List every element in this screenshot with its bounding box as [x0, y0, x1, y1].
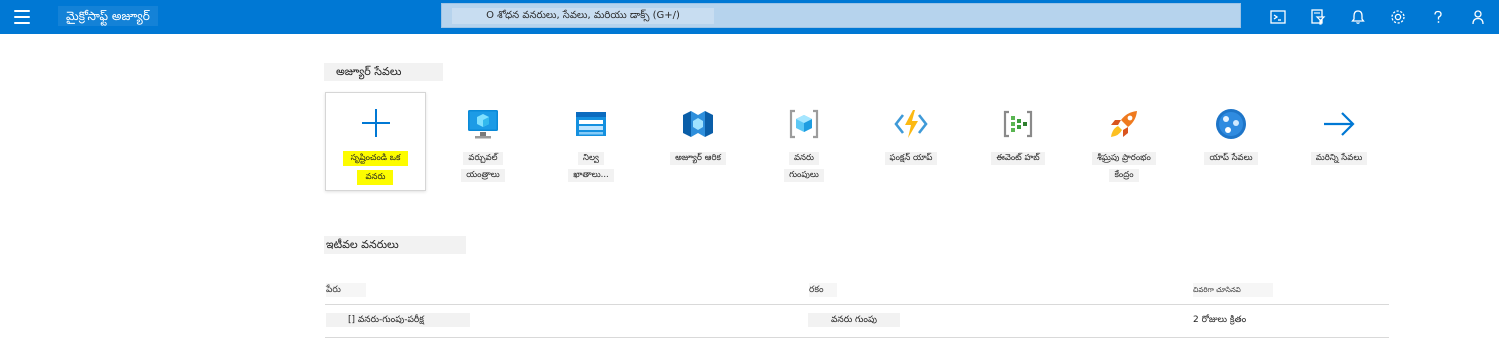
tile-event-hubs[interactable]: ఈవెంట్ హబ్	[967, 96, 1069, 192]
app-service-icon	[1213, 106, 1249, 142]
search-placeholder: O శోధన వనరులు, సేవలు, మరియు డాక్స్ (G+/)	[452, 8, 714, 24]
top-bar: మైక్రోసాఫ్ట్ అజ్యూర్ O శోధన వనరులు, సేవల…	[0, 0, 1499, 34]
active-directory-icon	[680, 106, 716, 142]
settings-gear-icon[interactable]	[1378, 0, 1418, 34]
column-header-name[interactable]: పేరు	[326, 283, 366, 297]
resource-group-icon	[786, 106, 822, 142]
tile-function-app[interactable]: ఫంక్షన్ యాప్	[860, 96, 962, 192]
rocket-icon	[1106, 106, 1142, 142]
menu-hamburger-icon[interactable]	[12, 8, 32, 26]
tile-label-line: ఖాతాలు...	[568, 169, 614, 182]
topbar-icon-group	[1258, 0, 1498, 34]
tile-app-services[interactable]: యాప్ సేవలు	[1180, 96, 1282, 192]
tile-label-line: కేంద్రం	[1109, 169, 1139, 182]
global-search-box[interactable]: O శోధన వనరులు, సేవలు, మరియు డాక్స్ (G+/)	[441, 3, 1241, 28]
tile-virtual-machines[interactable]: వర్చువల్ యంత్రాలు	[432, 96, 534, 192]
event-hubs-icon	[1000, 106, 1036, 142]
help-question-icon[interactable]	[1418, 0, 1458, 34]
tile-label-line: అజ్యూర్ ఆరిక	[670, 152, 726, 165]
virtual-machine-icon	[465, 106, 501, 142]
tile-create-resource[interactable]: సృష్టించండి ఒక వనరు	[325, 92, 426, 191]
tile-label-line: మరిన్ని సేవలు	[1310, 152, 1368, 165]
tile-storage-accounts[interactable]: నిల్వ ఖాతాలు...	[540, 96, 642, 192]
function-app-icon	[893, 106, 929, 142]
plus-icon	[358, 105, 394, 141]
recent-resources-table: పేరు రకం చివరిగా చూసినవి [] వనరు-గుంపు-ప…	[325, 275, 1389, 338]
resource-name-link[interactable]: [] వనరు-గుంపు-పరీక్ష	[326, 313, 470, 327]
tile-quickstart-center[interactable]: శీఘ్రపు ప్రారంభం కేంద్రం	[1073, 96, 1175, 192]
resource-type: వనరు గుంపు	[808, 313, 900, 327]
tile-label-line: గుంపులు	[784, 169, 824, 182]
recent-resources-heading: ఇటీవల వనరులు	[324, 236, 466, 254]
tile-label-line: వనరు	[357, 170, 394, 185]
tile-more-services[interactable]: మరిన్ని సేవలు	[1288, 96, 1390, 192]
tile-label-line: యాప్ సేవలు	[1204, 152, 1258, 165]
tile-azure-ad[interactable]: అజ్యూర్ ఆరిక	[647, 96, 749, 192]
arrow-right-icon	[1321, 106, 1357, 142]
directory-filter-icon[interactable]	[1298, 0, 1338, 34]
tile-label-line: యంత్రాలు	[461, 169, 505, 182]
cloud-shell-icon[interactable]	[1258, 0, 1298, 34]
feedback-person-icon[interactable]	[1458, 0, 1498, 34]
notifications-bell-icon[interactable]	[1338, 0, 1378, 34]
storage-account-icon	[573, 106, 609, 142]
tile-label-line: ఫంక్షన్ యాప్	[884, 152, 938, 165]
tile-label-line: ఈవెంట్ హబ్	[991, 152, 1045, 165]
tile-label-line: వర్చువల్	[463, 152, 503, 165]
tile-label-line: వనరు	[788, 152, 819, 165]
tile-label-line: సృష్టించండి ఒక	[342, 151, 409, 166]
brand-title[interactable]: మైక్రోసాఫ్ట్ అజ్యూర్	[58, 6, 158, 26]
tile-label-line: నిల్వ	[578, 152, 604, 165]
azure-services-heading: అజ్యూర్ సేవలు	[324, 63, 443, 81]
tile-label-line: శీఘ్రపు ప్రారంభం	[1092, 152, 1156, 165]
table-header-row: పేరు రకం చివరిగా చూసినవి	[325, 275, 1389, 305]
column-header-type[interactable]: రకం	[809, 283, 837, 297]
resource-last-viewed: 2 రోజులు క్రితం	[1193, 313, 1247, 327]
tile-resource-groups[interactable]: వనరు గుంపులు	[753, 96, 855, 192]
column-header-last-viewed[interactable]: చివరిగా చూసినవి	[1193, 283, 1273, 297]
table-row[interactable]: [] వనరు-గుంపు-పరీక్ష వనరు గుంపు 2 రోజులు…	[325, 305, 1389, 338]
